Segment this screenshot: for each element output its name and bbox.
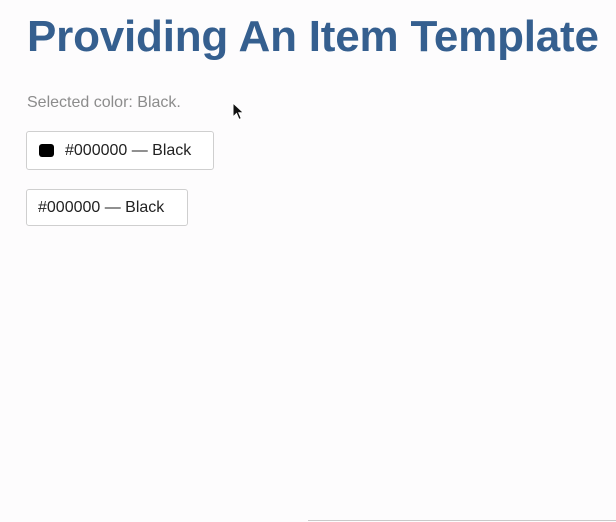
color-template-dropdown[interactable]: #000000 — Black — [26, 131, 214, 170]
bottom-divider — [308, 520, 616, 521]
page-title: Providing An Item Template — [27, 12, 599, 61]
color-plain-dropdown[interactable]: #000000 — Black — [26, 189, 188, 226]
selected-color-text: Selected color: Black. — [27, 94, 181, 111]
color-template-label: #000000 — Black — [65, 141, 192, 159]
mouse-pointer-icon — [232, 102, 245, 121]
color-swatch-icon — [39, 144, 54, 157]
